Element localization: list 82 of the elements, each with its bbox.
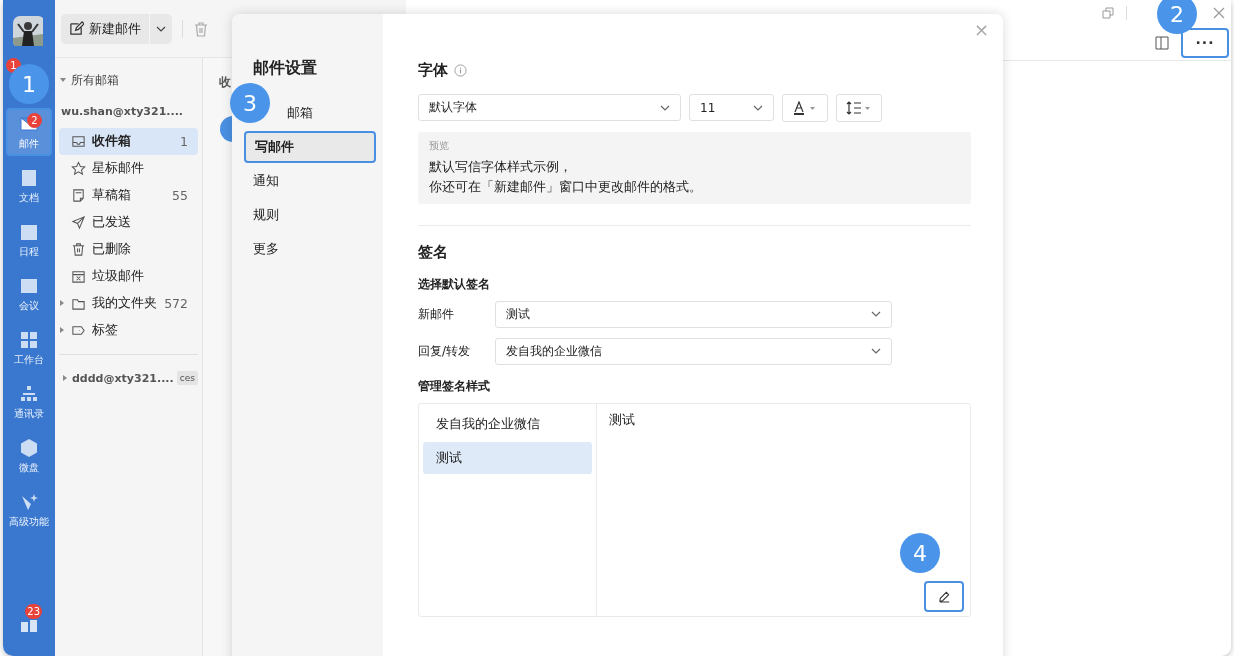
chevron-down-icon xyxy=(156,25,166,32)
rail-item[interactable]: 通讯录 xyxy=(6,378,52,426)
field-label: 回复/转发 xyxy=(418,342,472,360)
account-tag: ces xyxy=(176,371,198,385)
subsection-heading: 选择默认签名 xyxy=(418,276,491,293)
folder-item[interactable]: 已删除 xyxy=(59,236,198,263)
folder-icon xyxy=(71,215,86,230)
folder-icon xyxy=(71,269,86,284)
rail-item[interactable]: 邮件 2 xyxy=(6,108,52,156)
close-icon[interactable] xyxy=(1213,7,1225,19)
signature-select[interactable]: 发自我的企业微信 xyxy=(495,337,892,365)
settings-nav-item[interactable]: 更多 xyxy=(244,233,376,265)
preview-text: 默认写信字体样式示例， xyxy=(429,159,573,176)
folder-item[interactable]: 草稿箱 55 xyxy=(59,182,198,209)
line-spacing-button[interactable] xyxy=(836,94,882,122)
folder-icon xyxy=(71,323,86,338)
avatar[interactable] xyxy=(13,16,45,48)
step-marker: 2 xyxy=(1157,0,1197,34)
list-header: 收 xyxy=(219,75,231,89)
chevron-down-icon xyxy=(871,348,881,354)
folder-icon xyxy=(71,188,86,203)
section-heading: 签名 xyxy=(418,241,449,263)
line-spacing-icon xyxy=(846,101,872,115)
settings-nav-item[interactable]: 写邮件 xyxy=(244,131,376,163)
folder-icon xyxy=(71,296,86,311)
more-button[interactable]: ··· xyxy=(1181,28,1229,58)
rail-icon xyxy=(19,329,39,350)
folder-icon xyxy=(71,134,86,149)
signature-preview: 测试 xyxy=(609,412,635,427)
rail-item[interactable]: 微盘 xyxy=(6,432,52,480)
folder-item[interactable]: 星标邮件 xyxy=(59,155,198,182)
rail-item[interactable]: 工作台 xyxy=(6,324,52,372)
info-icon[interactable] xyxy=(454,63,467,77)
rail-icon xyxy=(19,383,39,404)
settings-nav-item[interactable]: 通知 xyxy=(244,165,376,197)
chevron-down-icon xyxy=(871,311,881,317)
subsection-heading: 管理签名样式 xyxy=(418,378,491,395)
preview-label: 预览 xyxy=(429,139,450,153)
rail-item[interactable]: 23 xyxy=(6,604,52,644)
preview-text: 你还可在「新建邮件」窗口中更改邮件的格式。 xyxy=(429,179,703,196)
pencil-icon xyxy=(937,590,951,603)
settings-title: 邮件设置 xyxy=(253,58,318,79)
caret-icon xyxy=(59,77,67,83)
account-item[interactable]: wu.shan@xty321.... xyxy=(59,94,198,128)
folder-item[interactable]: 我的文件夹 572 xyxy=(59,290,198,317)
step-marker: 3 xyxy=(230,83,270,123)
field-label: 新邮件 xyxy=(418,305,455,323)
account-item[interactable]: dddd@xty321.... ces xyxy=(59,361,198,395)
unread-badge: 23 xyxy=(25,604,42,619)
signature-item[interactable]: 发自我的企业微信 xyxy=(423,408,592,440)
folder-item[interactable]: 标签 xyxy=(59,317,198,344)
unread-badge: 2 xyxy=(27,113,42,128)
rail-icon xyxy=(19,437,39,458)
font-select[interactable]: 默认字体 xyxy=(418,94,681,121)
signature-select[interactable]: 测试 xyxy=(495,300,892,328)
section-heading: 字体 xyxy=(418,60,448,80)
settings-nav-item[interactable]: 邮箱 xyxy=(278,97,376,129)
chevron-down-icon xyxy=(753,104,763,111)
text-color-icon xyxy=(793,101,817,115)
rail-item[interactable]: 文档 xyxy=(6,162,52,210)
compose-icon xyxy=(69,21,84,36)
signature-item[interactable]: 测试 xyxy=(423,442,592,474)
text-color-button[interactable] xyxy=(782,94,828,122)
folder-icon xyxy=(71,161,86,176)
folder-item[interactable]: 垃圾邮件 xyxy=(59,263,198,290)
trash-icon[interactable] xyxy=(193,20,209,37)
mailbox-header[interactable]: 所有邮箱 xyxy=(59,66,198,94)
layout-icon[interactable] xyxy=(1155,36,1169,50)
rail-item[interactable]: 日程 xyxy=(6,216,52,264)
rail-icon xyxy=(19,167,39,188)
size-select[interactable]: 11 xyxy=(689,94,774,121)
edit-button[interactable] xyxy=(924,581,964,612)
restore-icon[interactable] xyxy=(1102,7,1114,19)
step-marker: 4 xyxy=(900,533,940,573)
chevron-down-icon xyxy=(660,104,670,111)
folder-icon xyxy=(71,242,86,257)
folder-item[interactable]: 收件箱 1 xyxy=(59,128,198,155)
rail-item[interactable]: 会议 xyxy=(6,270,52,318)
settings-nav-item[interactable]: 规则 xyxy=(244,199,376,231)
rail-item[interactable]: 高级功能 xyxy=(6,486,52,534)
caret-icon xyxy=(61,375,69,381)
folder-item[interactable]: 已发送 xyxy=(59,209,198,236)
